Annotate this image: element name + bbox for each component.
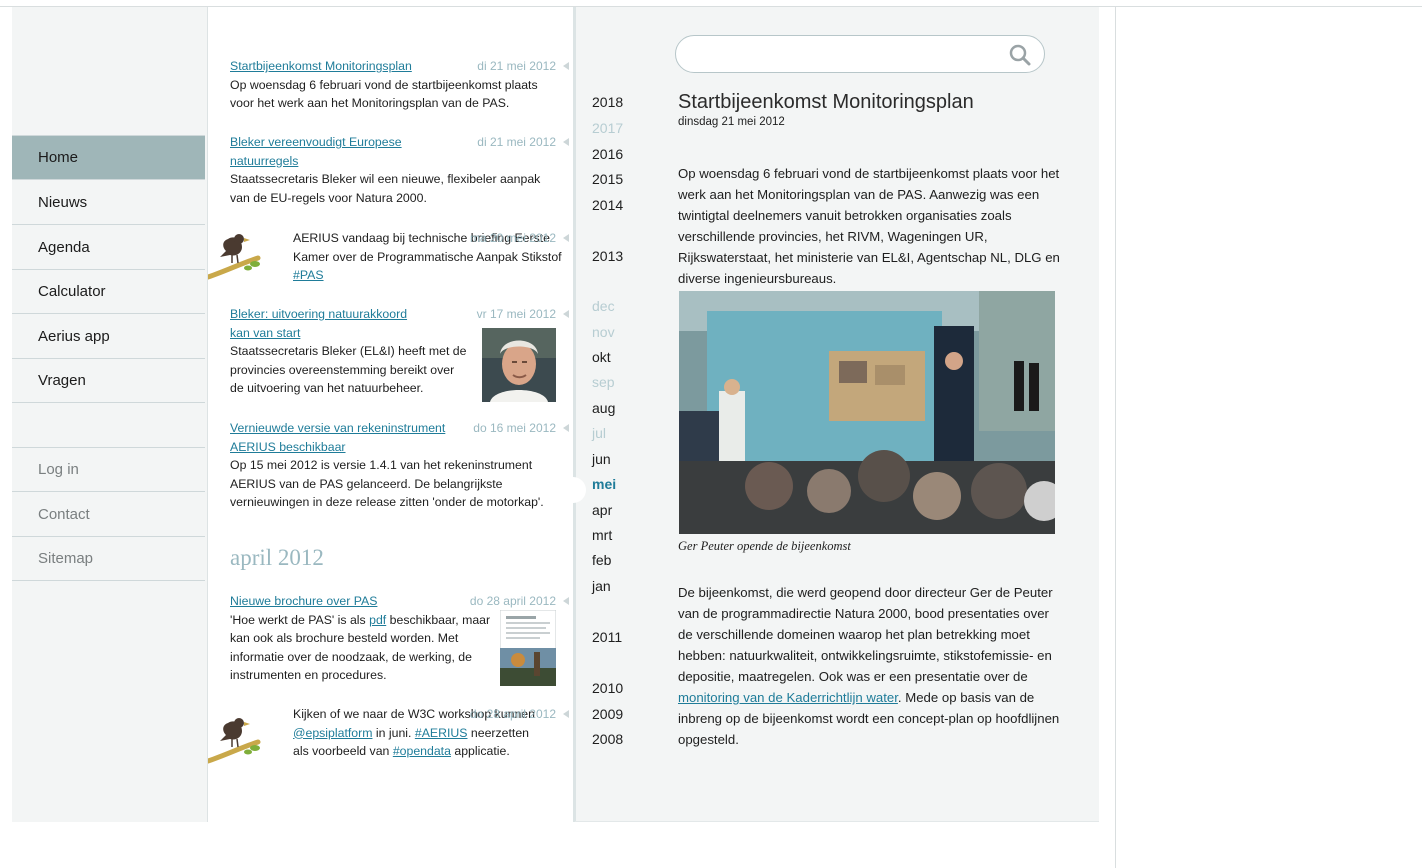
news-item-date: ma 20 mei 2012 — [470, 229, 570, 248]
article-body: De bijeenkomst, die werd geopend door di… — [678, 582, 1060, 750]
timeline-year[interactable]: 2011 — [592, 629, 622, 645]
content-bottom-border — [575, 821, 1099, 822]
news-item-date: di 21 mei 2012 — [477, 133, 569, 152]
article-date: dinsdag 21 mei 2012 — [678, 116, 785, 128]
hashtag-link[interactable]: #AERIUS — [415, 726, 468, 740]
nav-item-aerius-app[interactable]: Aerius app — [12, 315, 205, 359]
portrait-photo — [482, 328, 556, 402]
timeline-year[interactable]: 2018 — [592, 94, 623, 110]
timeline-month[interactable]: jul — [592, 425, 606, 441]
timeline-year[interactable]: 2009 — [592, 706, 623, 722]
news-item-title[interactable]: Nieuwe brochure over PAS — [230, 592, 377, 611]
timeline-month[interactable]: nov — [592, 324, 615, 340]
news-item: Startbijeenkomst Monitoringsplan di 21 m… — [230, 57, 569, 113]
news-item: Nieuwe brochure over PAS do 28 april 201… — [230, 592, 570, 686]
nav-item-home[interactable]: Home — [12, 136, 205, 180]
bird-on-branch-icon — [208, 234, 261, 280]
timeline-month-active[interactable]: mei — [592, 476, 616, 492]
timeline-year[interactable]: 2014 — [592, 197, 623, 213]
news-item: Vernieuwde versie van rekeninstrument AE… — [230, 419, 569, 512]
timeline-year[interactable]: 2008 — [592, 731, 623, 747]
news-item-text: Staatssecretaris Bleker (EL&I) heeft met… — [230, 344, 467, 395]
news-column: Startbijeenkomst Monitoringsplan di 21 m… — [207, 7, 576, 822]
nav-item-nieuws[interactable]: Nieuws — [12, 181, 205, 225]
nav-spacer — [12, 404, 205, 448]
article-title: Startbijeenkomst Monitoringsplan — [678, 91, 974, 113]
timeline-year[interactable]: 2017 — [592, 120, 623, 136]
tweet-body: in juni. — [372, 725, 415, 740]
nav-item-calculator[interactable]: Calculator — [12, 270, 205, 314]
brochure-thumbnail — [500, 610, 556, 686]
news-item-date: vr 17 mei 2012 — [477, 305, 570, 324]
news-item-date: di 21 mei 2012 — [477, 57, 569, 76]
news-item-date: do 16 mei 2012 — [473, 419, 569, 438]
nav-item-vragen[interactable]: Vragen — [12, 359, 205, 403]
nav-item-agenda[interactable]: Agenda — [12, 226, 205, 270]
timeline-month[interactable]: aug — [592, 400, 615, 416]
archive-timeline: 2018 2017 2016 2015 2014 2013 dec nov ok… — [568, 7, 636, 822]
timeline-year[interactable]: 2010 — [592, 680, 623, 696]
nav-item-sitemap[interactable]: Sitemap — [12, 537, 205, 581]
news-item-text: Op 15 mei 2012 is versie 1.4.1 van het r… — [230, 458, 544, 509]
pdf-link[interactable]: pdf — [369, 613, 386, 627]
news-item-date: do 28 april 2012 — [470, 592, 570, 611]
news-item-title[interactable]: Vernieuwde versie van rekeninstrument AE… — [230, 419, 470, 456]
bird-on-branch-icon — [208, 718, 261, 764]
timeline-year[interactable]: 2015 — [592, 171, 623, 187]
kaderrichtlijn-link[interactable]: monitoring van de Kaderrichtlijn water — [678, 690, 898, 705]
window-right-border — [1115, 6, 1116, 868]
search-input[interactable] — [690, 44, 990, 64]
news-item-text-part: 'Hoe werkt de PAS' is als — [230, 612, 370, 627]
news-item-text: 'Hoe werkt de PAS' is als pdf beschikbaa… — [230, 611, 502, 685]
article: Startbijeenkomst Monitoringsplan dinsdag… — [678, 91, 1060, 747]
timeline-month[interactable]: jan — [592, 578, 611, 594]
tweet-body: applicatie. — [450, 744, 510, 758]
timeline-year[interactable]: 2016 — [592, 146, 623, 162]
nav-item-contact[interactable]: Contact — [12, 493, 205, 537]
timeline-month[interactable]: jun — [592, 451, 611, 467]
article-panel: 2018 2017 2016 2015 2014 2013 dec nov ok… — [568, 7, 1099, 822]
news-item-title[interactable]: Bleker: uitvoering natuurakkoord kan van… — [230, 305, 425, 342]
article-body-text: De bijeenkomst, die werd geopend door di… — [678, 585, 1053, 684]
news-item: Bleker vereenvoudigt Europese natuurrege… — [230, 133, 569, 207]
news-item-date: do 28 april 2012 — [470, 705, 570, 724]
mention-link[interactable]: @epsiplatform — [293, 726, 372, 740]
timeline-month[interactable]: apr — [592, 502, 612, 518]
search-box — [675, 35, 1045, 73]
photo-caption: Ger Peuter opende de bijeenkomst — [678, 539, 851, 553]
hashtag-link[interactable]: #PAS — [293, 268, 324, 282]
news-item-text: Staatssecretaris Bleker wil een nieuwe, … — [230, 172, 541, 205]
search-icon[interactable] — [1008, 43, 1032, 67]
timeline-marker — [568, 477, 586, 503]
article-photo — [679, 291, 1055, 534]
news-item-title[interactable]: Startbijeenkomst Monitoringsplan — [230, 57, 412, 76]
month-heading: april 2012 — [230, 545, 324, 570]
main-navigation: Home Nieuws Agenda Calculator Aerius app… — [12, 7, 207, 822]
news-item-text: Op woensdag 6 februari vond de startbije… — [230, 77, 538, 111]
hashtag-link[interactable]: #opendata — [393, 744, 451, 758]
tweet-item: AERIUS vandaag bij technische briefing E… — [208, 229, 570, 285]
timeline-month[interactable]: mrt — [592, 527, 612, 543]
timeline-month[interactable]: sep — [592, 374, 615, 390]
timeline-month[interactable]: okt — [592, 349, 611, 365]
article-intro: Op woensdag 6 februari vond de startbije… — [678, 166, 1060, 286]
nav-item-login[interactable]: Log in — [12, 448, 205, 492]
timeline-year[interactable]: 2013 — [592, 248, 623, 264]
tweet-item: Kijken of we naar de W3C workshop kunnen… — [208, 705, 570, 781]
news-item-title[interactable]: Bleker vereenvoudigt Europese natuurrege… — [230, 133, 420, 170]
timeline-month[interactable]: dec — [592, 298, 615, 314]
news-item: Bleker: uitvoering natuurakkoord kan van… — [230, 305, 570, 402]
timeline-month[interactable]: feb — [592, 552, 611, 568]
